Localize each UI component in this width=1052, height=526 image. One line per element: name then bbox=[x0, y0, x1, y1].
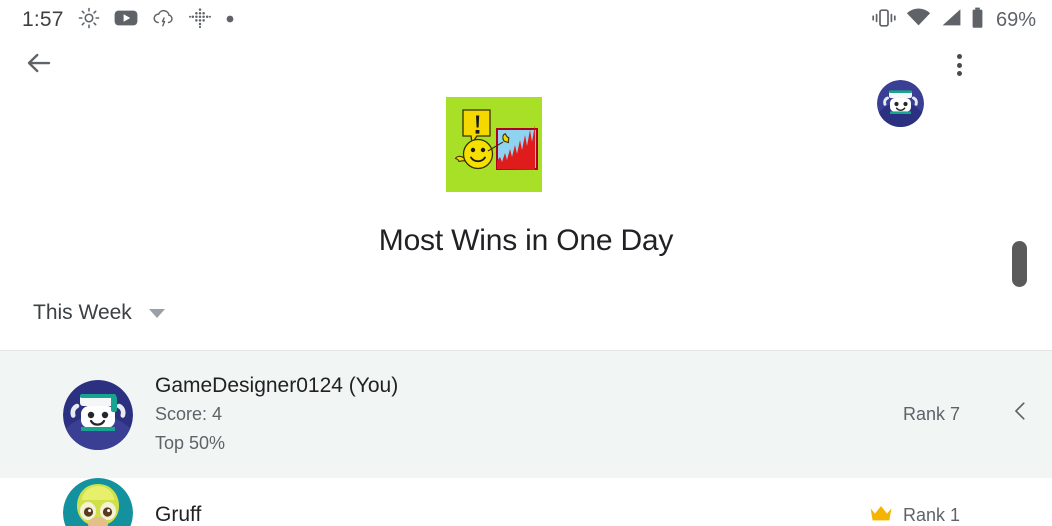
battery-percent: 69% bbox=[995, 8, 1036, 31]
crown-icon bbox=[869, 504, 893, 526]
player-percentile: Top 50% bbox=[155, 432, 226, 453]
vibrate-icon bbox=[871, 8, 897, 33]
status-clock: 1:57 bbox=[22, 8, 64, 31]
row-details: Gruff bbox=[133, 478, 869, 526]
profile-avatar[interactable] bbox=[877, 80, 924, 127]
battery-icon bbox=[971, 7, 984, 34]
status-bar: 1:57 69% bbox=[0, 0, 1052, 40]
page-title: Most Wins in One Day bbox=[378, 224, 674, 257]
player-name: GameDesigner0124 (You) bbox=[155, 373, 399, 397]
app-bar bbox=[0, 40, 1052, 127]
time-filter-dropdown[interactable]: This Week bbox=[33, 296, 165, 330]
dot-indicator-icon bbox=[225, 11, 235, 29]
wifi-icon bbox=[906, 8, 931, 32]
robot-avatar bbox=[63, 379, 133, 450]
leaderboard-screen: 1:57 69% Most Wins in One Day This Week … bbox=[0, 0, 1052, 526]
row-details: GameDesigner0124 (You) Score: 4 Top 50% bbox=[133, 373, 903, 456]
kebab-dot-2 bbox=[956, 62, 962, 68]
cloud-download-icon bbox=[152, 8, 175, 33]
cell-signal-icon bbox=[940, 8, 962, 32]
scrollbar-thumb[interactable] bbox=[1012, 241, 1027, 287]
status-bar-left: 1:57 bbox=[22, 7, 235, 34]
status-bar-right: 69% bbox=[871, 7, 1036, 34]
chevron-down-icon bbox=[148, 308, 165, 318]
time-filter-label: This Week bbox=[33, 301, 132, 324]
brightness-icon bbox=[78, 7, 100, 34]
player-score: Score: 4 bbox=[155, 403, 223, 424]
kebab-dot-3 bbox=[956, 71, 962, 76]
arrow-left-icon bbox=[24, 48, 54, 83]
rank-label: Rank 7 bbox=[902, 404, 960, 424]
table-row[interactable]: GameDesigner0124 (You) Score: 4 Top 50% … bbox=[0, 351, 1052, 478]
chevron-left-icon[interactable] bbox=[1008, 398, 1034, 424]
overflow-menu-button[interactable] bbox=[948, 52, 970, 78]
dots-grid-icon bbox=[188, 7, 211, 34]
achievement-badge-icon bbox=[446, 97, 542, 192]
back-button[interactable] bbox=[22, 48, 56, 82]
kebab-dot-1 bbox=[956, 54, 962, 59]
youtube-icon bbox=[114, 9, 138, 32]
table-row[interactable]: Gruff Rank 1 bbox=[0, 478, 1052, 526]
monkey-avatar bbox=[63, 478, 133, 526]
player-name: Gruff bbox=[155, 502, 202, 526]
rank-label: Rank 1 bbox=[902, 504, 960, 525]
rank-container: Rank 1 bbox=[869, 478, 1026, 526]
